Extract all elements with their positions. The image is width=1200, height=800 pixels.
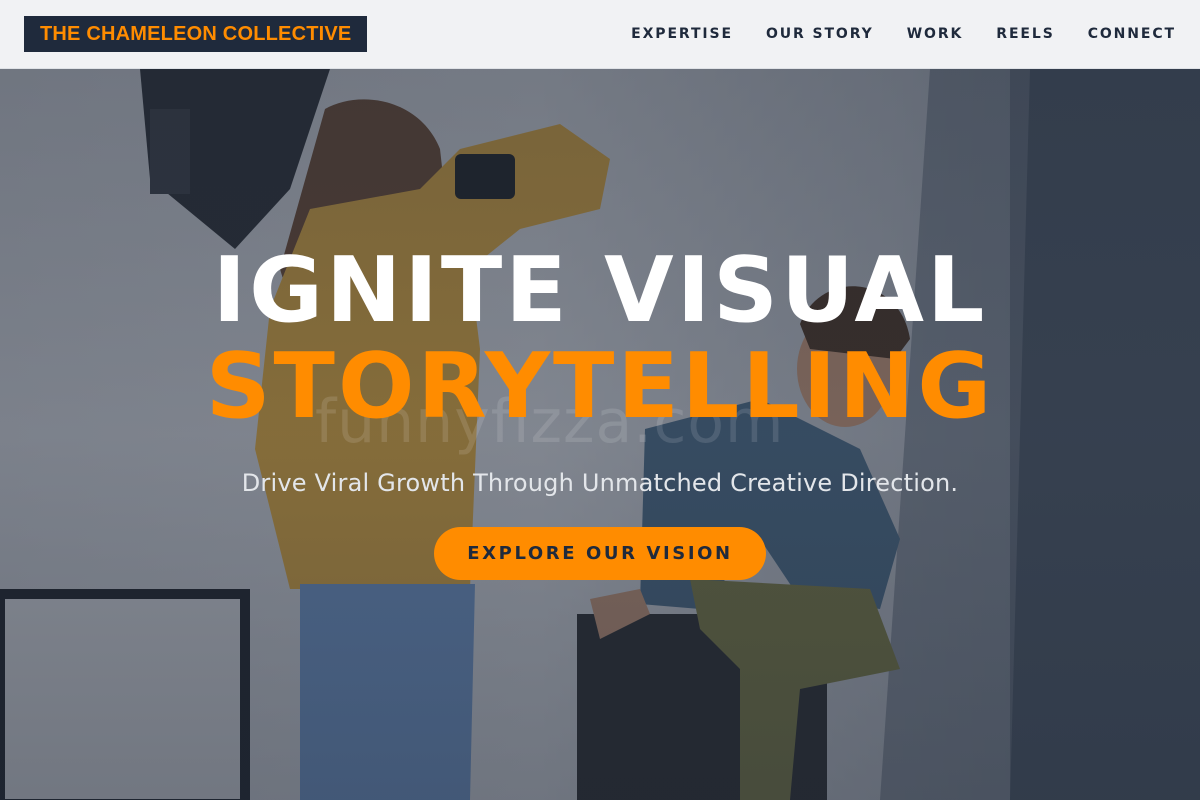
brand-logo[interactable]: THE CHAMELEON COLLECTIVE xyxy=(24,16,368,52)
nav-link-work[interactable]: WORK xyxy=(907,26,964,42)
nav-link-reels[interactable]: REELS xyxy=(996,26,1054,42)
site-header: THE CHAMELEON COLLECTIVE EXPERTISE OUR S… xyxy=(0,0,1200,69)
hero-headline-line-2: STORYTELLING xyxy=(205,334,995,439)
nav-link-connect[interactable]: CONNECT xyxy=(1088,26,1176,42)
nav-link-our-story[interactable]: OUR STORY xyxy=(766,26,874,42)
main-nav: EXPERTISE OUR STORY WORK REELS CONNECT xyxy=(631,26,1176,42)
explore-vision-button[interactable]: EXPLORE OUR VISION xyxy=(434,527,766,580)
nav-link-expertise[interactable]: EXPERTISE xyxy=(631,26,733,42)
hero-headline-line-1: IGNITE VISUAL xyxy=(212,238,988,343)
hero-subtitle: Drive Viral Growth Through Unmatched Cre… xyxy=(241,469,959,497)
hero-content: IGNITE VISUAL STORYTELLING Drive Viral G… xyxy=(0,69,1200,800)
